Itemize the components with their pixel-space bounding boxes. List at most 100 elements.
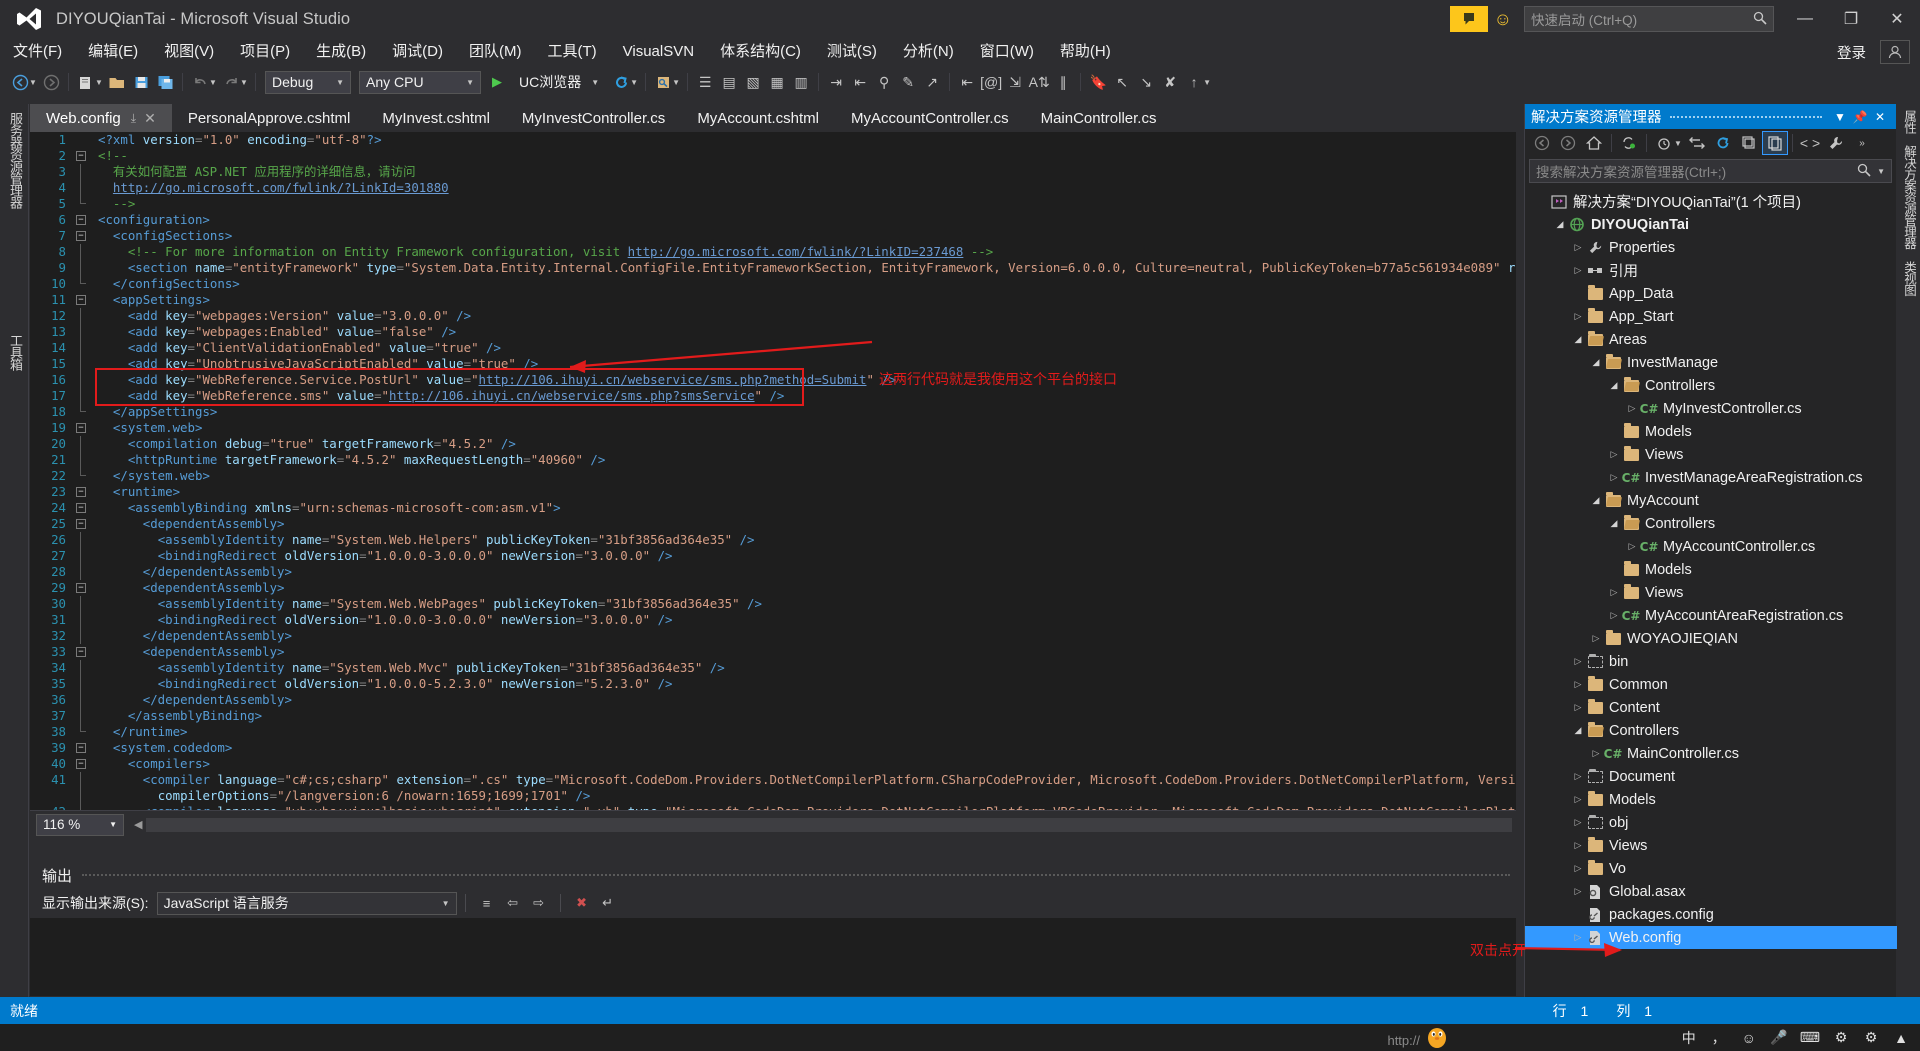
expand-arrow-closed-icon[interactable]: ▷ — [1625, 541, 1639, 552]
output-text-area[interactable] — [30, 918, 1516, 996]
expand-arrow-closed-icon[interactable]: ▷ — [1571, 265, 1585, 276]
play-icon[interactable]: ▶ — [485, 70, 509, 94]
outlining-glyph[interactable] — [74, 196, 92, 212]
outlining-glyph[interactable]: − — [74, 228, 92, 244]
microphone-icon[interactable]: 🎤 — [1770, 1029, 1788, 1046]
menu-tools[interactable]: 工具(T) — [534, 38, 609, 66]
menu-build[interactable]: 生成(B) — [303, 38, 379, 66]
refresh-icon[interactable] — [1710, 131, 1736, 155]
solution-tree-item-content[interactable]: ▷ Content — [1525, 696, 1897, 719]
expand-arrow-open-icon[interactable]: ◢ — [1607, 380, 1621, 391]
menu-window[interactable]: 窗口(W) — [967, 38, 1047, 66]
collapse-toggle-icon[interactable]: − — [76, 503, 86, 513]
toolbox-icon[interactable]: ⚙ — [1832, 1029, 1850, 1046]
document-tab-web-config[interactable]: Web.config ⤓ ✕ — [30, 104, 172, 132]
document-tab-maincontroller-cs[interactable]: MainController.cs — [1024, 104, 1173, 132]
code-line[interactable]: 39− <system.codedom> — [30, 740, 1516, 756]
outlining-glyph[interactable] — [74, 324, 92, 340]
expand-arrow-closed-icon[interactable]: ▷ — [1571, 840, 1585, 851]
chevron-down-icon[interactable]: ▼ — [1877, 167, 1885, 176]
outlining-glyph[interactable]: − — [74, 484, 92, 500]
solution-tree-item-packages-config[interactable]: packages.config — [1525, 903, 1897, 926]
ime-punctuation-toggle[interactable]: ， — [1710, 1028, 1728, 1048]
code-line[interactable]: 7− <configSections> — [30, 228, 1516, 244]
collapse-toggle-icon[interactable]: − — [76, 151, 86, 161]
replace-in-files-icon[interactable]: ✎ — [896, 70, 920, 94]
code-line[interactable]: 13 <add key="webpages:Enabled" value="fa… — [30, 324, 1516, 340]
forward-icon[interactable] — [1555, 131, 1581, 155]
menu-project[interactable]: 项目(P) — [227, 38, 303, 66]
solution-tree-item-investmanage[interactable]: ◢ InvestManage — [1525, 351, 1897, 374]
go-to-previous-icon[interactable]: ⇦ — [500, 892, 526, 914]
collapse-toggle-icon[interactable]: − — [76, 759, 86, 769]
collapse-toggle-icon[interactable]: − — [76, 743, 86, 753]
solution-explorer-search-input[interactable]: 搜索解决方案资源管理器(Ctrl+;) ▼ — [1529, 159, 1892, 183]
code-line[interactable]: 21 <httpRuntime targetFramework = "4.5.2" … — [30, 452, 1516, 468]
outlining-glyph[interactable] — [74, 548, 92, 564]
outlining-glyph[interactable] — [74, 436, 92, 452]
gear-icon[interactable]: ⚙ — [1862, 1029, 1880, 1046]
solution-configuration-combo[interactable]: Debug ▼ — [265, 70, 351, 94]
collapse-toggle-icon[interactable]: − — [76, 231, 86, 241]
expand-arrow-open-icon[interactable]: ◢ — [1571, 334, 1585, 345]
code-editor[interactable]: 1 <?xml version="1.0" encoding="utf-8"?> 2… — [30, 132, 1516, 838]
code-line[interactable]: 16 <add key="WebReference.Service.PostUr… — [30, 372, 1516, 388]
solution-tree-item-app-data[interactable]: App_Data — [1525, 282, 1897, 305]
expand-arrow-closed-icon[interactable]: ▷ — [1571, 702, 1585, 713]
solution-tree-item-models[interactable]: Models — [1525, 558, 1897, 581]
smiley-icon[interactable]: ☺ — [1494, 9, 1512, 30]
code-line[interactable]: 3 有关如何配置 ASP.NET 应用程序的详细信息，请访问 — [30, 164, 1516, 180]
outlining-glyph[interactable]: − — [74, 292, 92, 308]
code-line[interactable]: 41 <compiler language="c#;cs;csharp" ext… — [30, 772, 1516, 788]
quick-launch-search[interactable]: 快速启动 (Ctrl+Q) — [1524, 6, 1774, 32]
solution-tree-item-woyaojieqian[interactable]: ▷ WOYAOJIEQIAN — [1525, 627, 1897, 650]
code-line[interactable]: 20 <compilation debug="true" targetFrame… — [30, 436, 1516, 452]
outlining-glyph[interactable] — [74, 772, 92, 788]
collapse-toggle-icon[interactable]: − — [76, 295, 86, 305]
output-source-combo[interactable]: JavaScript 语言服务 ▼ — [156, 891, 457, 915]
outlining-glyph[interactable] — [74, 468, 92, 484]
code-line[interactable]: 28 </dependentAssembly> — [30, 564, 1516, 580]
outlining-glyph[interactable] — [74, 404, 92, 420]
document-tab-personalapprove-cshtml[interactable]: PersonalApprove.cshtml — [171, 104, 367, 132]
expand-arrow-closed-icon[interactable]: ▷ — [1571, 794, 1585, 805]
solution-tree-item-models[interactable]: ▷ Models — [1525, 788, 1897, 811]
user-avatar-icon[interactable] — [1880, 40, 1910, 64]
code-line[interactable]: 24− <assemblyBinding xmlns="urn:schemas-… — [30, 500, 1516, 516]
expand-arrow-closed-icon[interactable]: ▷ — [1571, 886, 1585, 897]
menu-view[interactable]: 视图(V) — [151, 38, 227, 66]
outlining-glyph[interactable]: − — [74, 740, 92, 756]
show-whitespace-icon[interactable]: ∥ — [1051, 70, 1075, 94]
expand-arrow-closed-icon[interactable]: ▷ — [1571, 771, 1585, 782]
close-icon[interactable]: ✕ — [1870, 110, 1890, 124]
menu-analyze[interactable]: 分析(N) — [890, 38, 967, 66]
outlining-glyph[interactable] — [74, 260, 92, 276]
collapse-toggle-icon[interactable]: − — [76, 215, 86, 225]
browser-select-dropdown-icon[interactable]: ▼ — [630, 78, 640, 87]
restore-button[interactable]: ❐ — [1828, 0, 1874, 38]
outlining-glyph[interactable] — [74, 708, 92, 724]
code-line[interactable]: 1 <?xml version="1.0" encoding="utf-8"?> — [30, 132, 1516, 148]
code-line[interactable]: 33− <dependentAssembly> — [30, 644, 1516, 660]
document-tab-myaccountcontroller-cs[interactable]: MyAccountController.cs — [835, 104, 1025, 132]
code-line[interactable]: 14 <add key="ClientValidationEnabled" va… — [30, 340, 1516, 356]
solution-tree-item-views[interactable]: ▷ Views — [1525, 443, 1897, 466]
expand-arrow-closed-icon[interactable]: ▷ — [1571, 817, 1585, 828]
chevron-up-icon[interactable]: ▲ — [1892, 1030, 1910, 1046]
code-line[interactable]: compilerOptions="/langversion:6 /nowarn:… — [30, 788, 1516, 804]
navigate-to-icon[interactable]: ↗ — [920, 70, 944, 94]
document-tab-myinvestcontroller-cs[interactable]: MyInvestController.cs — [505, 104, 682, 132]
solution-tree-item-areas[interactable]: ◢ Areas — [1525, 328, 1897, 351]
qq-penguin-icon[interactable] — [1424, 1025, 1450, 1049]
show-all-files-icon[interactable] — [1684, 131, 1710, 155]
code-line[interactable]: 34 <assemblyIdentity name = "System.Web.Mv… — [30, 660, 1516, 676]
solution-tree-item-web-config[interactable]: ▷ Web.config — [1525, 926, 1897, 949]
document-tab-myaccount-cshtml[interactable]: MyAccount.cshtml — [681, 104, 836, 132]
solution-tree-item-investmanagearearegistration-cs[interactable]: ▷ C# InvestManageAreaRegistration.cs — [1525, 466, 1897, 489]
code-line[interactable]: 36 </dependentAssembly> — [30, 692, 1516, 708]
send-feedback-button[interactable] — [1449, 6, 1488, 32]
outlining-glyph[interactable]: − — [74, 500, 92, 516]
code-link[interactable]: http://106.ihuyi.cn/webservice/sms.php?s… — [389, 388, 755, 403]
outlining-glyph[interactable] — [74, 660, 92, 676]
code-line[interactable]: 4 http://go.microsoft.com/fwlink/?LinkId… — [30, 180, 1516, 196]
